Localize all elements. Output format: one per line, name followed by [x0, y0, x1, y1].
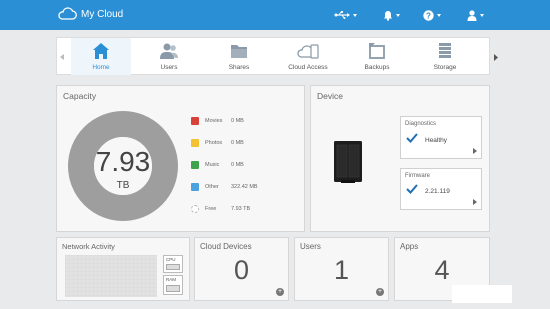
capacity-row-music: Music 0 MB — [191, 161, 244, 169]
help-menu[interactable]: ? — [423, 8, 441, 22]
capacity-total-value: 7.93 — [95, 146, 151, 177]
music-icon — [191, 161, 199, 169]
folder-icon — [231, 45, 247, 58]
capacity-row-size: 7.93 TB — [231, 206, 251, 212]
check-icon — [406, 133, 418, 143]
white-block — [452, 285, 512, 303]
nav-label: Users — [160, 64, 178, 71]
home-icon — [93, 43, 109, 59]
nav-scroll-left[interactable] — [57, 38, 67, 76]
capacity-row-label: Other — [205, 184, 219, 190]
cloud-devices-count: 0 — [233, 255, 250, 285]
apps-title: Apps — [400, 242, 419, 251]
nav-shares[interactable]: Shares — [209, 38, 269, 75]
nav-home[interactable]: Home — [71, 38, 131, 75]
add-user-button[interactable]: + — [376, 288, 384, 296]
capacity-row-label: Music — [205, 162, 220, 168]
capacity-row-label: Photos — [205, 140, 223, 146]
free-icon — [191, 205, 199, 213]
add-cloud-device-button[interactable]: + — [276, 288, 284, 296]
chevron-down-icon — [480, 13, 484, 17]
users-title: Users — [300, 242, 321, 251]
nav-users[interactable]: Users — [139, 38, 199, 75]
nav-cloud-access[interactable]: Cloud Access — [278, 38, 338, 75]
ram-label: RAM — [166, 277, 176, 282]
diagnostics-value: Healthy — [425, 137, 448, 144]
capacity-row-size: 322.42 MB — [231, 184, 258, 190]
cpu-bar — [166, 264, 180, 270]
users-count: 1 — [333, 255, 350, 285]
nav-label: Home — [92, 64, 110, 71]
nav-storage[interactable]: Storage — [415, 38, 475, 75]
photos-icon — [191, 139, 199, 147]
storage-icon — [439, 43, 451, 58]
users-panel: Users 1 + — [294, 237, 389, 301]
firmware-card[interactable]: Firmware 2.21.119 — [400, 168, 482, 210]
logo[interactable]: My Cloud — [57, 7, 123, 21]
usb-icon — [334, 11, 350, 19]
nav-scroll-right[interactable] — [491, 38, 501, 76]
network-activity-panel: Network Activity CPU RAM — [56, 237, 190, 301]
capacity-row-other: Other 322.42 MB — [191, 183, 258, 191]
chevron-left-icon — [60, 54, 64, 60]
nav-label: Backups — [364, 64, 390, 71]
brand-name: My Cloud — [81, 8, 124, 20]
ram-bar — [166, 285, 180, 292]
nas-device-image — [334, 141, 362, 183]
chevron-right-icon — [473, 199, 477, 205]
cloud-devices-panel: Cloud Devices 0 + — [194, 237, 289, 301]
capacity-row-free: Free 7.93 TB — [191, 205, 250, 213]
chevron-right-icon — [494, 53, 498, 61]
capacity-total-unit: TB — [116, 180, 130, 191]
check-icon — [406, 184, 418, 194]
other-icon — [191, 183, 199, 191]
user-icon — [467, 9, 477, 21]
chevron-down-icon — [353, 13, 357, 17]
help-icon: ? — [423, 9, 434, 21]
chevron-down-icon — [396, 13, 400, 17]
capacity-row-size: 0 MB — [231, 140, 244, 146]
capacity-row-label: Movies — [205, 118, 223, 124]
diagnostics-card[interactable]: Diagnostics Healthy — [400, 116, 482, 159]
firmware-value: 2.21.119 — [425, 188, 450, 195]
nav-label: Cloud Access — [288, 64, 328, 71]
capacity-row-size: 0 MB — [231, 118, 244, 124]
firmware-title: Firmware — [405, 173, 430, 179]
chevron-down-icon — [437, 13, 441, 17]
capacity-row-movies: Movies 0 MB — [191, 117, 244, 125]
notifications-menu[interactable] — [383, 8, 400, 22]
capacity-row-size: 0 MB — [231, 162, 244, 168]
bell-icon — [384, 10, 392, 21]
chevron-right-icon — [473, 148, 477, 154]
usb-menu[interactable] — [334, 8, 357, 22]
capacity-panel: Capacity 7.93 TB Movies 0 MB Photos 0 MB… — [56, 85, 305, 232]
diagnostics-title: Diagnostics — [405, 121, 437, 127]
nav-label: Shares — [228, 64, 250, 71]
svg-text:?: ? — [426, 11, 431, 20]
user-menu[interactable] — [467, 8, 484, 22]
main-nav: Home Users Shares Cloud Access Backups S… — [56, 37, 498, 76]
cloud-access-icon — [297, 44, 319, 59]
cloud-icon — [58, 7, 77, 20]
backup-icon — [369, 43, 385, 59]
ram-toggle[interactable]: RAM — [163, 275, 183, 295]
nav-backups[interactable]: Backups — [347, 38, 407, 75]
network-title: Network Activity — [62, 242, 115, 251]
top-bar: My Cloud ? — [0, 0, 550, 30]
capacity-row-label: Free — [205, 206, 217, 212]
nav-label: Storage — [433, 64, 457, 71]
capacity-row-photos: Photos 0 MB — [191, 139, 244, 147]
device-title: Device — [317, 91, 343, 101]
device-panel: Device Diagnostics Healthy Firmware 2.21… — [310, 85, 490, 232]
network-activity-graph — [65, 255, 157, 297]
cloud-devices-title: Cloud Devices — [200, 242, 252, 251]
cpu-label: CPU — [166, 257, 176, 262]
movies-icon — [191, 117, 199, 125]
capacity-title: Capacity — [63, 91, 97, 101]
users-icon — [160, 43, 178, 59]
cpu-toggle[interactable]: CPU — [163, 255, 183, 273]
apps-count: 4 — [434, 255, 450, 285]
